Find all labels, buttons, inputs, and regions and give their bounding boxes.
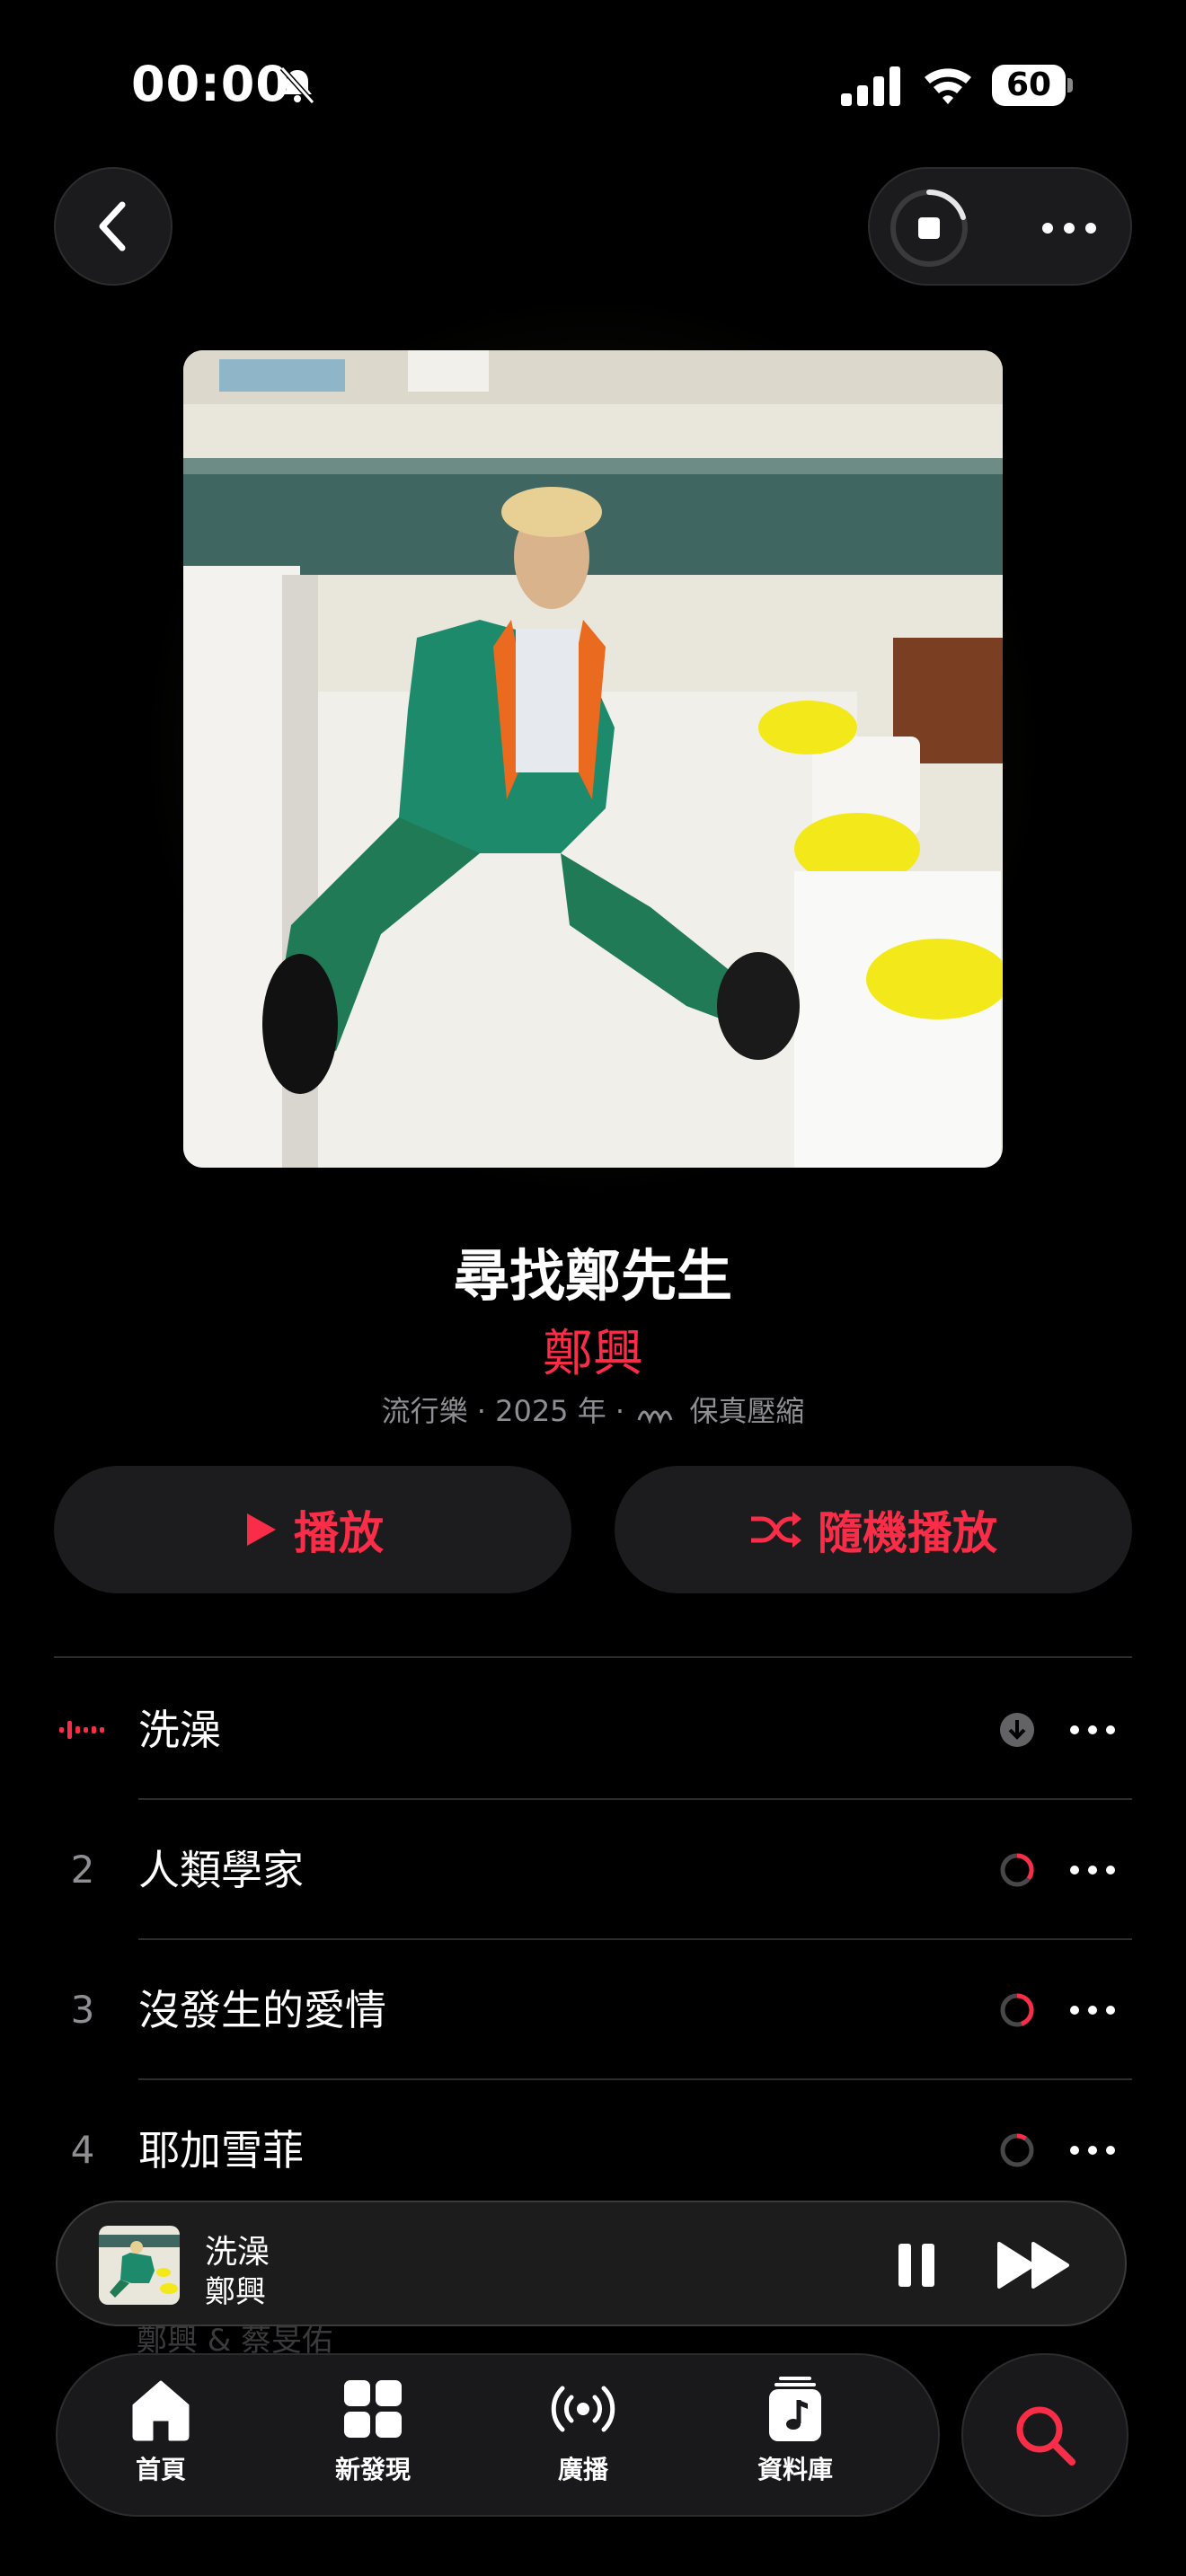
album-title: 尋找鄭先生 [453,1243,732,1309]
chevron-left-icon [99,201,126,251]
grid-icon [344,2380,402,2438]
download-progress-icon [1000,1853,1034,1887]
back-button[interactable] [54,167,173,286]
track-row[interactable]: 3 沒發生的愛情 [54,1940,1132,2080]
track-list-divider [54,1656,1132,1658]
track-title: 耶加雪菲 [138,2126,304,2175]
track-number: 4 [70,2128,95,2172]
fast-forward-icon[interactable] [997,2240,1071,2290]
mini-player[interactable]: 洗澡 鄭興 [56,2201,1127,2326]
album-artist-link[interactable]: 鄭興 [0,1313,1186,1386]
track-number: 2 [70,1848,95,1892]
tab-radio[interactable]: 廣播 [507,2375,659,2501]
tab-library[interactable]: 資料庫 [719,2375,872,2501]
status-time: 00:00 [131,56,290,112]
tab-home[interactable]: 首頁 [84,2375,237,2501]
search-icon [1016,2406,1075,2466]
track-row[interactable]: 2 人類學家 [54,1800,1132,1940]
track-title: 沒發生的愛情 [138,1986,386,2034]
album-meta: 流行樂 · 2025 年 · 保真壓縮 [0,1389,1186,1430]
track-number: 3 [70,1988,95,2032]
tab-label: 首頁 [135,2455,186,2484]
mini-player-title: 洗澡 [205,2234,270,2271]
track-more-icon[interactable] [1069,1999,1116,2021]
shuffle-label: 隨機播放 [818,1507,997,1559]
download-progress-icon [1000,2133,1034,2167]
download-stop-icon[interactable] [886,185,972,271]
track-row[interactable]: 洗澡 [54,1660,1132,1800]
home-icon [132,2380,190,2441]
track-more-icon[interactable] [1069,1719,1116,1741]
album-artwork [183,350,1003,1168]
track-title: 人類學家 [138,1846,304,1894]
top-actions-pill [868,167,1132,286]
tab-label: 新發現 [334,2455,411,2484]
downloaded-icon [1000,1713,1034,1747]
tab-label: 廣播 [557,2455,608,2484]
tab-bar: 首頁 新發現 廣播 資料庫 [56,2353,940,2517]
search-button[interactable] [961,2353,1128,2517]
now-playing-icon [59,1721,104,1739]
album-meta-quality: 保真壓縮 [689,1394,805,1428]
tab-label: 資料庫 [757,2455,833,2484]
library-icon [769,2377,821,2441]
more-options-icon[interactable] [1040,216,1098,241]
shuffle-button[interactable]: 隨機播放 [615,1466,1132,1593]
battery-indicator: 60 [992,65,1075,106]
pause-icon[interactable] [891,2240,942,2290]
wifi-icon [925,68,971,104]
mini-player-artwork [99,2226,180,2305]
mini-player-artist: 鄭興 [205,2274,266,2310]
track-more-icon[interactable] [1069,2139,1116,2161]
radio-icon [551,2386,615,2432]
track-row[interactable]: 4 耶加雪菲 [54,2080,1132,2220]
lossless-icon [637,1410,673,1424]
play-button[interactable]: 播放 [54,1466,571,1593]
track-title: 洗澡 [138,1706,221,1754]
battery-level: 60 [1005,66,1052,103]
shuffle-icon [751,1512,801,1548]
track-more-icon[interactable] [1069,1859,1116,1881]
tab-new[interactable]: 新發現 [296,2375,449,2501]
play-icon [247,1513,276,1546]
album-meta-genre-year: 流行樂 · 2025 年 · [381,1394,625,1428]
play-label: 播放 [294,1507,384,1559]
download-progress-icon [1000,1993,1034,2027]
silent-bell-icon [279,66,315,105]
cellular-signal-icon [841,66,900,106]
